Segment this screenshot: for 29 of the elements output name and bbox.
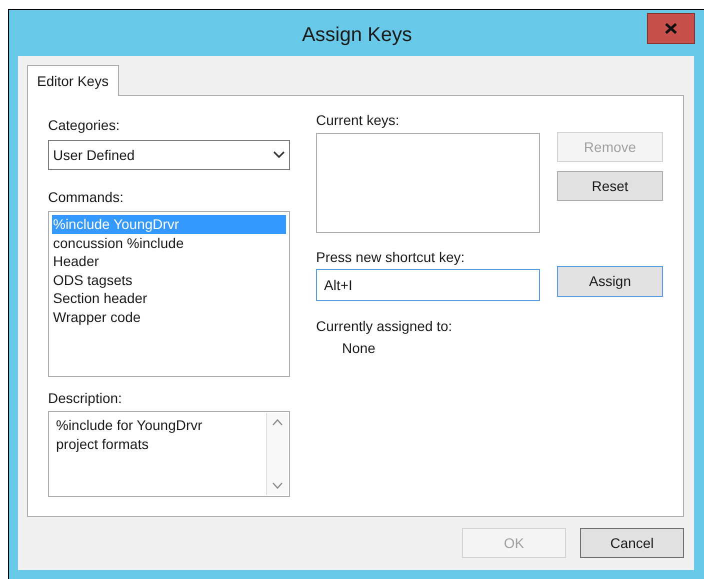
command-item[interactable]: Section header [52, 289, 286, 308]
description-text: %include for YoungDrvr project formats [55, 416, 204, 454]
shortcut-input-field[interactable]: Alt+I [316, 269, 540, 301]
categories-label: Categories: [48, 116, 121, 133]
commands-listbox[interactable]: %include YoungDrvr concussion %include Header ODS tagsets Section header Wrapper code [48, 211, 290, 377]
window-title: Assign Keys [302, 23, 412, 48]
key-button[interactable]: Reset [557, 171, 663, 201]
current-keys-listbox[interactable] [316, 133, 540, 233]
dialog-button[interactable]: Cancel [580, 528, 684, 558]
command-item[interactable]: ODS tagsets [52, 270, 286, 289]
dropdown-value: User Defined [53, 146, 135, 164]
close-icon [665, 23, 677, 34]
assign-button[interactable]: Assign [557, 266, 663, 297]
new-shortcut-label: Press new shortcut key: [316, 248, 466, 265]
description-label: Description: [48, 389, 123, 406]
chevron-down-icon [273, 151, 285, 159]
currently-assigned-value: None [342, 339, 376, 356]
current-keys-label: Current keys: [316, 111, 400, 128]
scroll-up-icon[interactable] [272, 419, 283, 426]
tab[interactable]: Editor Keys [27, 65, 119, 96]
close-button[interactable] [647, 13, 695, 44]
scrollbar[interactable] [266, 413, 288, 495]
commands-label: Commands: [48, 188, 124, 205]
currently-assigned-label: Currently assigned to: [316, 317, 454, 334]
command-item[interactable]: Wrapper code [52, 308, 286, 326]
scroll-down-icon[interactable] [272, 482, 283, 489]
categories-dropdown[interactable]: User Defined [48, 140, 290, 170]
command-item[interactable]: Header [52, 252, 286, 270]
command-item[interactable]: concussion %include [52, 234, 286, 252]
